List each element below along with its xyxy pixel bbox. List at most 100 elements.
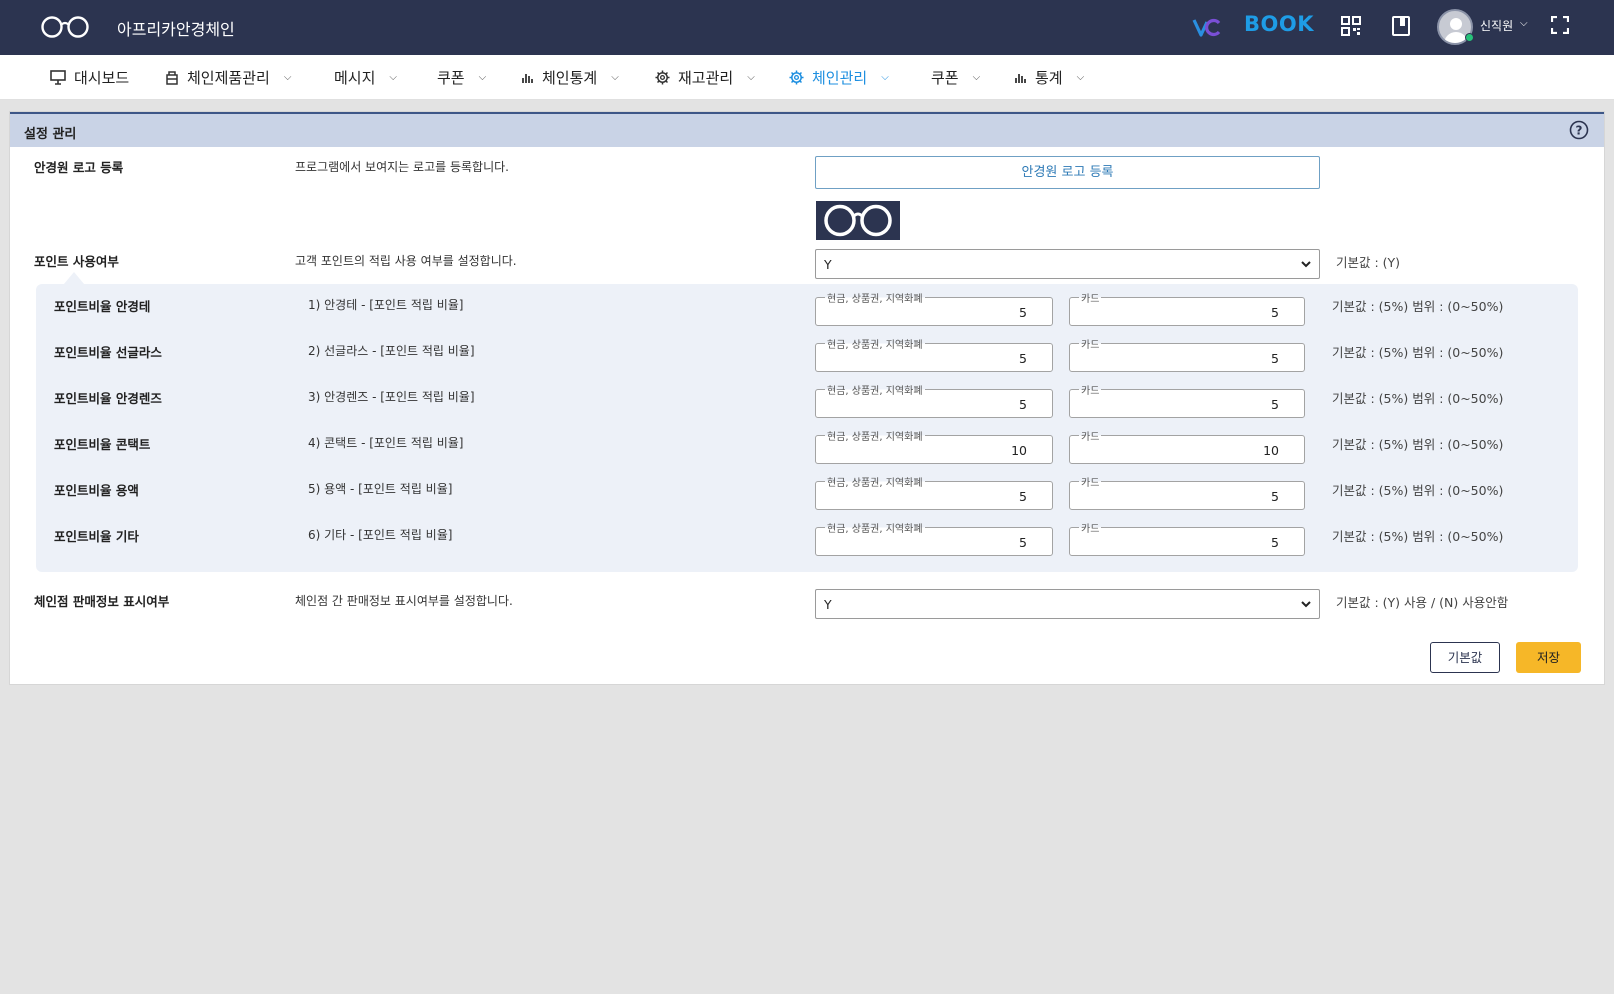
rate-card-input-frames[interactable]: 카드 5 [1069,290,1305,326]
rate-label-lenses: 포인트비율 안경렌즈 [54,391,162,406]
rate-cash-input-contacts[interactable]: 현금, 상품권, 지역화폐 10 [815,428,1053,464]
rate-card-input-sunglasses[interactable]: 카드 5 [1069,336,1305,372]
logo-preview-image [816,201,900,240]
field-value: 10 [1263,443,1279,458]
rate-cash-input-lenses[interactable]: 현금, 상품권, 지역화폐 5 [815,382,1053,418]
rate-label-solution: 포인트비율 용액 [54,483,139,498]
chevron-down-icon: ⌵ [1076,72,1085,83]
logo-register-button[interactable]: 안경원 로고 등록 [815,156,1320,189]
nav-item-inventory[interactable]: 재고관리 ⌵ [655,67,755,88]
rate-note-frames: 기본값 : (5%) 범위 : (0~50%) [1332,299,1504,314]
nav-item-coupon-2[interactable]: 쿠폰 ⌵ [931,67,980,88]
nav-label: 체인제품관리 [187,69,270,87]
field-label: 현금, 상품권, 지역화폐 [825,336,925,351]
rate-label-sunglasses: 포인트비율 선글라스 [54,345,162,360]
nav-label: 통계 [1035,69,1063,87]
nav-item-chain-products[interactable]: 체인제품관리 ⌵ [165,67,291,88]
glasses-logo-icon[interactable] [40,16,90,38]
rate-note-other: 기본값 : (5%) 범위 : (0~50%) [1332,529,1504,544]
top-bar: 아프리카안경체인 BOOK 신직원 ⌵ [0,0,1614,55]
field-label: 현금, 상품권, 지역화폐 [825,290,925,305]
point-use-note: 기본값 : (Y) [1336,255,1401,270]
vc-logo-icon[interactable] [1192,13,1222,41]
rate-card-input-other[interactable]: 카드 5 [1069,520,1305,556]
point-use-label: 포인트 사용여부 [34,254,119,269]
rate-label-contacts: 포인트비율 콘택트 [54,437,151,452]
field-value: 10 [1011,443,1027,458]
rate-card-input-solution[interactable]: 카드 5 [1069,474,1305,510]
save-button[interactable]: 저장 [1516,642,1581,673]
brand-name[interactable]: 아프리카안경체인 [117,16,235,40]
field-value: 5 [1271,397,1279,412]
qr-code-icon[interactable] [1341,16,1361,36]
reset-default-button[interactable]: 기본값 [1430,642,1500,673]
field-value: 5 [1271,535,1279,550]
chevron-down-icon[interactable]: ⌵ [1520,18,1528,29]
nav-item-chain-stats[interactable]: 체인통계 ⌵ [521,67,619,88]
field-value: 5 [1019,535,1027,550]
gear-icon [655,70,670,85]
sales-info-select[interactable]: Y [815,589,1320,619]
field-value: 5 [1271,305,1279,320]
chevron-down-icon: ⌵ [389,72,397,83]
bar-chart-icon [522,74,533,83]
rate-desc-sunglasses: 2) 선글라스 - [포인트 적립 비율] [308,344,475,358]
rate-card-input-lenses[interactable]: 카드 5 [1069,382,1305,418]
settings-panel: 설정 관리 ? 안경원 로고 등록 프로그램에서 보여지는 로고를 등록합니다.… [9,111,1605,685]
nav-item-message[interactable]: 메시지 ⌵ [334,67,397,88]
nav-item-coupon[interactable]: 쿠폰 ⌵ [437,67,486,88]
chevron-down-icon [1301,261,1311,268]
nav-label: 메시지 [334,69,376,87]
sales-info-desc: 체인점 간 판매정보 표시여부를 설정합니다. [295,594,513,608]
box-icon [166,71,178,85]
logo-register-desc: 프로그램에서 보여지는 로고를 등록합니다. [295,160,509,174]
panel-header: 설정 관리 ? [10,112,1604,147]
chevron-down-icon: ⌵ [747,72,755,83]
chevron-down-icon: ⌵ [283,72,292,83]
field-value: 5 [1019,397,1027,412]
rate-cash-input-sunglasses[interactable]: 현금, 상품권, 지역화폐 5 [815,336,1053,372]
rate-note-lenses: 기본값 : (5%) 범위 : (0~50%) [1332,391,1504,406]
glasses-logo-icon [824,204,892,237]
nav-label: 쿠폰 [931,69,959,87]
svg-text:?: ? [1576,124,1583,138]
rate-cash-input-other[interactable]: 현금, 상품권, 지역화폐 5 [815,520,1053,556]
book-logo[interactable]: BOOK [1244,12,1314,36]
field-label: 카드 [1079,336,1102,351]
chevron-down-icon: ⌵ [881,72,889,83]
field-value: 5 [1019,351,1027,366]
chevron-down-icon [1301,601,1311,608]
logo-register-label: 안경원 로고 등록 [34,160,124,175]
rate-note-solution: 기본값 : (5%) 범위 : (0~50%) [1332,483,1504,498]
rate-card-input-contacts[interactable]: 카드 10 [1069,428,1305,464]
chevron-down-icon: ⌵ [478,72,487,83]
rate-label-frames: 포인트비율 안경테 [54,299,151,314]
field-label: 현금, 상품권, 지역화폐 [825,520,925,535]
rate-cash-input-frames[interactable]: 현금, 상품권, 지역화폐 5 [815,290,1053,326]
point-use-desc: 고객 포인트의 적립 사용 여부를 설정합니다. [295,254,517,268]
field-label: 현금, 상품권, 지역화폐 [825,428,925,443]
field-label: 카드 [1079,428,1102,443]
field-label: 카드 [1079,474,1102,489]
rate-desc-contacts: 4) 콘택트 - [포인트 적립 비율] [308,436,464,450]
sales-info-label: 체인점 판매정보 표시여부 [34,594,170,609]
book-icon[interactable] [1391,16,1411,36]
rate-desc-other: 6) 기타 - [포인트 적립 비율] [308,528,453,542]
main-nav: 대시보드 체인제품관리 ⌵ 메시지 ⌵ 쿠폰 ⌵ 체인통계 ⌵ 재고관리 ⌵ 체인관리 ⌵ … [0,55,1614,100]
field-value: 5 [1271,489,1279,504]
fullscreen-icon[interactable] [1551,16,1569,34]
nav-item-chain-management[interactable]: 체인관리 ⌵ [789,67,889,88]
panel-title: 설정 관리 [24,127,77,142]
field-value: 5 [1019,305,1027,320]
gear-icon [789,70,804,85]
help-icon[interactable]: ? [1569,120,1589,140]
bar-chart-icon [1015,74,1026,83]
field-label: 현금, 상품권, 지역화폐 [825,382,925,397]
nav-item-dashboard[interactable]: 대시보드 [50,67,129,88]
field-label: 카드 [1079,520,1102,535]
point-use-select[interactable]: Y [815,249,1320,279]
user-name[interactable]: 신직원 [1480,17,1513,34]
nav-item-stats[interactable]: 통계 ⌵ [1014,67,1084,88]
rate-cash-input-solution[interactable]: 현금, 상품권, 지역화폐 5 [815,474,1053,510]
nav-label: 체인관리 [812,69,868,87]
